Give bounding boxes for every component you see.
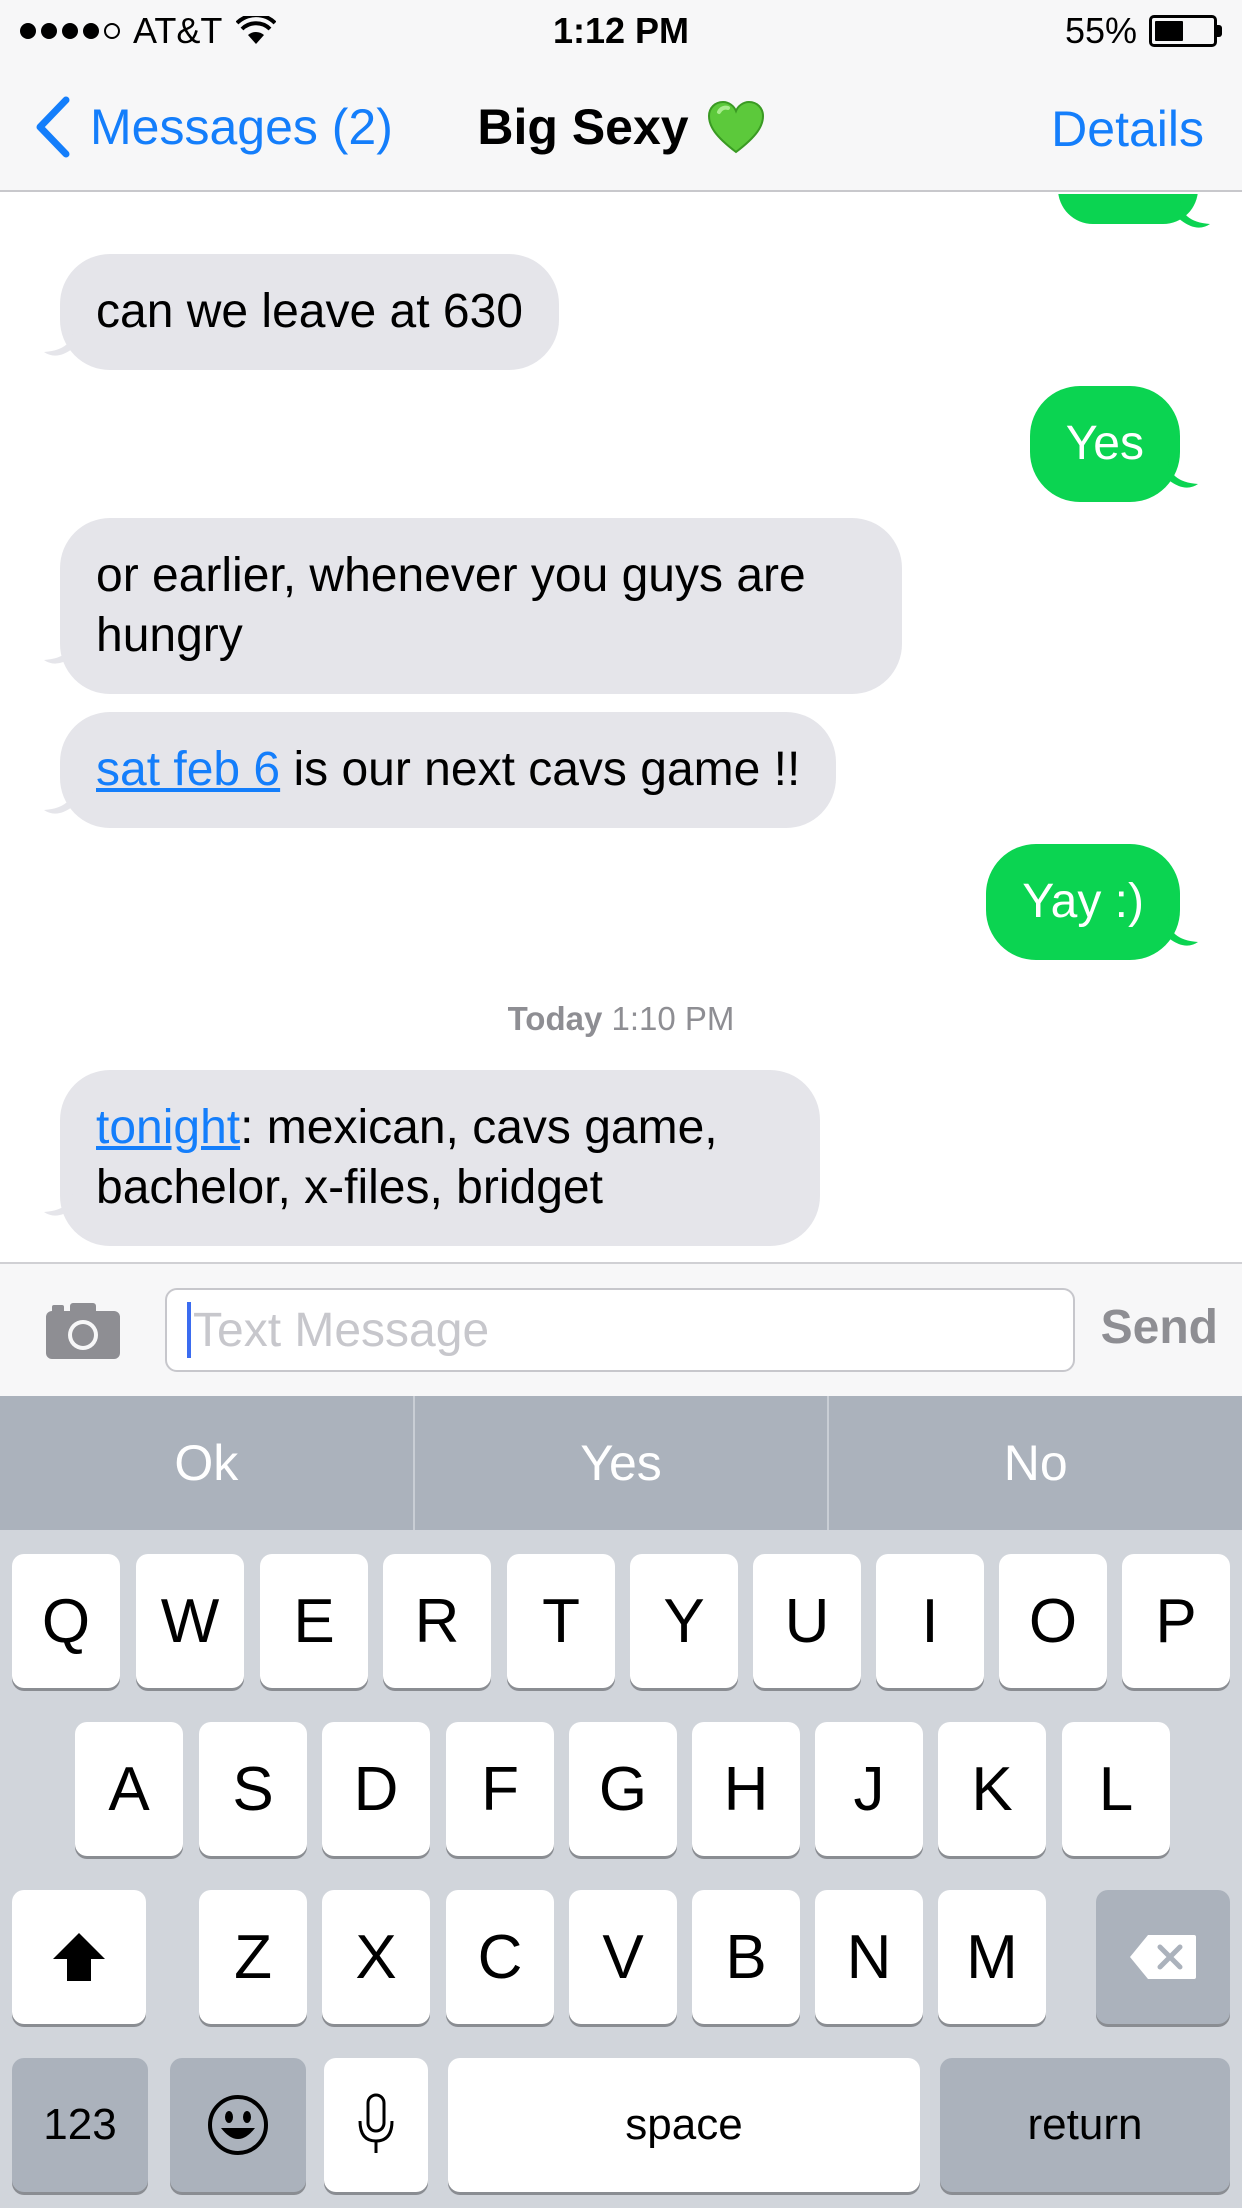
key-f[interactable]: F — [446, 1722, 554, 1856]
green-heart-icon — [707, 100, 764, 154]
contact-name: Big Sexy — [477, 99, 689, 155]
message-text: Yay :) — [1022, 875, 1144, 928]
received-bubble[interactable]: sat feb 6 is our next cavs game !! — [60, 712, 837, 828]
backspace-icon — [1130, 1935, 1196, 1979]
message-text: bachelor, x-files, bridget — [96, 1161, 603, 1214]
emoji-key[interactable] — [170, 2058, 306, 2192]
prediction-yes[interactable]: Yes — [415, 1396, 830, 1530]
space-key[interactable]: space — [448, 2058, 920, 2192]
message-input[interactable]: Text Message — [165, 1288, 1075, 1372]
bubble-tail — [44, 1186, 94, 1216]
composer-bar: Text Message Send — [0, 1262, 1242, 1396]
bubble-tail — [44, 326, 94, 356]
message-text: can we leave at 630 — [96, 285, 523, 338]
bubble-tail — [1148, 916, 1198, 946]
prediction-ok[interactable]: Ok — [0, 1396, 415, 1530]
key-r[interactable]: R — [383, 1554, 491, 1688]
details-button[interactable]: Details — [1051, 100, 1204, 158]
battery-status: 55% — [1065, 10, 1222, 52]
message-text: is our next cavs game !! — [280, 743, 801, 796]
message-text: or earlier, whenever you guys are — [96, 549, 806, 602]
key-b[interactable]: B — [692, 1890, 800, 2024]
key-a[interactable]: A — [75, 1722, 183, 1856]
date-link[interactable]: sat feb 6 — [96, 743, 280, 796]
status-bar: AT&T 1:12 PM 55% — [0, 0, 1242, 62]
message-timestamp: Today 1:10 PM — [0, 1000, 1242, 1038]
message-list[interactable]: can we leave at 630 Yes or earlier, when… — [0, 194, 1242, 1262]
key-d[interactable]: D — [322, 1722, 430, 1856]
received-bubble[interactable]: or earlier, whenever you guys are hungry — [60, 518, 902, 694]
shift-key[interactable] — [12, 1890, 146, 2024]
received-bubble[interactable]: tonight: mexican, cavs game, bachelor, x… — [60, 1070, 820, 1246]
bubble-tail — [44, 634, 94, 664]
key-o[interactable]: O — [999, 1554, 1107, 1688]
battery-fill — [1155, 21, 1184, 41]
key-z[interactable]: Z — [199, 1890, 307, 2024]
message-text: : mexican, cavs game, — [240, 1101, 718, 1154]
key-q[interactable]: Q — [12, 1554, 120, 1688]
return-key[interactable]: return — [940, 2058, 1230, 2192]
key-i[interactable]: I — [876, 1554, 984, 1688]
battery-icon — [1149, 15, 1217, 47]
bubble-tail — [1148, 458, 1198, 488]
key-n[interactable]: N — [815, 1890, 923, 2024]
numbers-key[interactable]: 123 — [12, 2058, 148, 2192]
camera-icon[interactable] — [44, 1301, 122, 1361]
key-e[interactable]: E — [260, 1554, 368, 1688]
key-h[interactable]: H — [692, 1722, 800, 1856]
key-w[interactable]: W — [136, 1554, 244, 1688]
nav-bar: Messages (2) Big Sexy Details — [0, 62, 1242, 192]
status-time: 1:12 PM — [552, 10, 690, 51]
predictive-text-bar: Ok Yes No — [0, 1396, 1242, 1530]
key-p[interactable]: P — [1122, 1554, 1230, 1688]
key-m[interactable]: M — [938, 1890, 1046, 2024]
timestamp-time: 1:10 PM — [611, 1000, 735, 1037]
key-v[interactable]: V — [569, 1890, 677, 2024]
key-l[interactable]: L — [1062, 1722, 1170, 1856]
battery-tip — [1217, 25, 1222, 37]
date-link[interactable]: tonight — [96, 1101, 240, 1154]
key-y[interactable]: Y — [630, 1554, 738, 1688]
key-u[interactable]: U — [753, 1554, 861, 1688]
key-c[interactable]: C — [446, 1890, 554, 2024]
send-button[interactable]: Send — [1101, 1300, 1218, 1355]
message-text: hungry — [96, 609, 243, 662]
key-g[interactable]: G — [569, 1722, 677, 1856]
received-bubble[interactable]: can we leave at 630 — [60, 254, 559, 370]
key-k[interactable]: K — [938, 1722, 1046, 1856]
timestamp-day: Today — [507, 1000, 603, 1037]
key-j[interactable]: J — [815, 1722, 923, 1856]
bubble-tail — [1160, 198, 1210, 228]
message-text: Yes — [1065, 417, 1144, 470]
emoji-face-icon — [208, 2095, 268, 2155]
text-cursor — [187, 1302, 191, 1358]
key-x[interactable]: X — [322, 1890, 430, 2024]
battery-percent: 55% — [1064, 10, 1137, 51]
key-t[interactable]: T — [507, 1554, 615, 1688]
dictation-key[interactable] — [324, 2058, 428, 2192]
prediction-no[interactable]: No — [829, 1396, 1242, 1530]
microphone-icon — [358, 2093, 394, 2153]
message-input-placeholder: Text Message — [193, 1303, 490, 1357]
delete-key[interactable] — [1096, 1890, 1230, 2024]
bubble-tail — [44, 784, 94, 814]
key-s[interactable]: S — [199, 1722, 307, 1856]
shift-arrow-icon — [53, 1933, 105, 1981]
keyboard: Q W E R T Y U I O P A S D F G H J K L Z … — [0, 1530, 1242, 2208]
